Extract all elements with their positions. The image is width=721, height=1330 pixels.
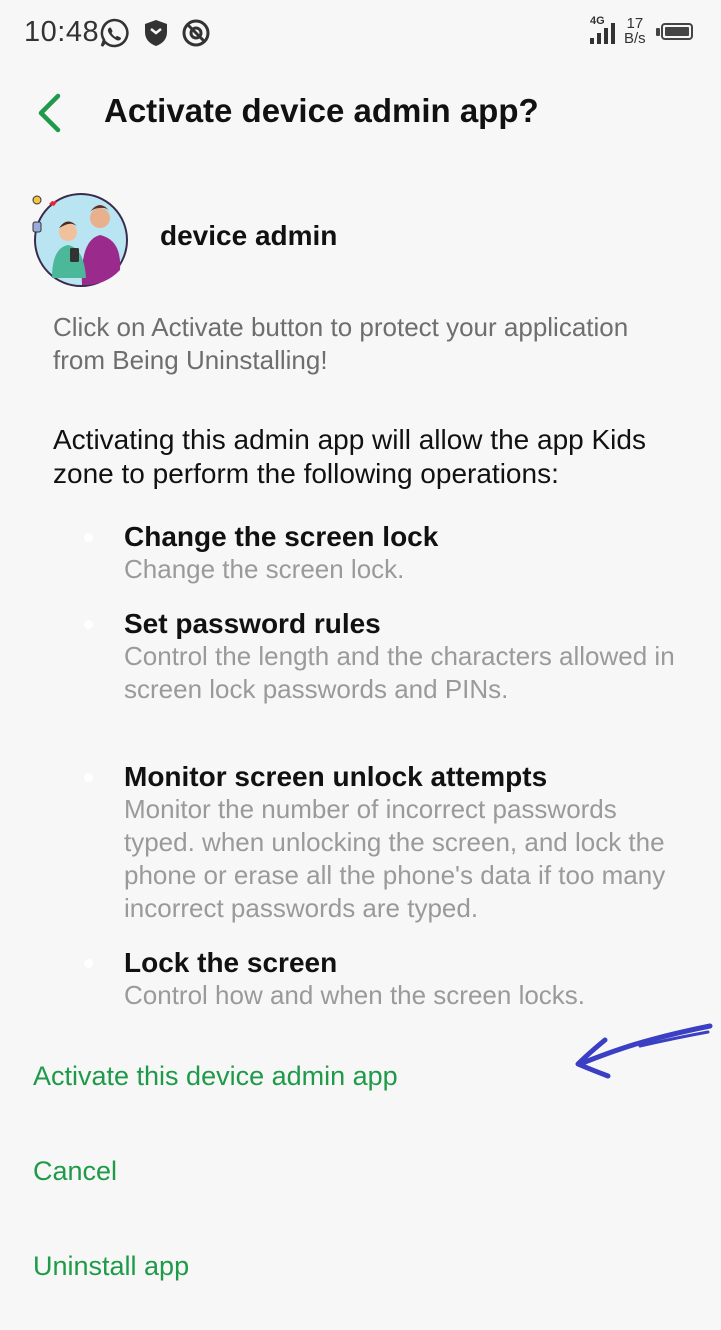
permission-item: Change the screen lock Change the screen… <box>124 520 694 586</box>
app-name: device admin <box>160 220 338 251</box>
permission-description: Monitor the number of incorrect password… <box>124 794 666 923</box>
app-description: Click on Activate button to protect your… <box>53 312 629 375</box>
permission-item: Lock the screen Control how and when the… <box>124 946 694 1012</box>
permission-item: Set password rules Control the length an… <box>124 607 694 706</box>
permission-item: Monitor screen unlock attempts Monitor t… <box>124 760 694 925</box>
page-title: Activate device admin app? <box>104 92 539 129</box>
permission-title: Monitor screen unlock attempts <box>124 761 548 792</box>
permission-title: Lock the screen <box>124 947 338 978</box>
speed-value: 17 <box>626 15 644 32</box>
bullet-icon <box>84 533 93 542</box>
speed-unit: B/s <box>624 30 646 47</box>
signal-icon <box>590 23 615 44</box>
permission-title: Set password rules <box>124 608 381 639</box>
cancel-button[interactable]: Cancel <box>33 1156 117 1187</box>
status-bar: 10:48 4G 17 B/s <box>0 0 721 66</box>
permission-description: Control how and when the screen locks. <box>124 980 586 1010</box>
network-speed: 17 B/s <box>624 16 646 46</box>
permission-title: Change the screen lock <box>124 521 439 552</box>
annotation-arrow-icon <box>575 1023 713 1079</box>
bullet-icon <box>84 620 93 629</box>
intro-text: Activating this admin app will allow the… <box>53 424 646 489</box>
bullet-icon <box>84 959 93 968</box>
battery-icon <box>661 23 693 40</box>
uninstall-button[interactable]: Uninstall app <box>33 1251 189 1282</box>
back-arrow-icon[interactable] <box>28 88 78 138</box>
permission-description: Change the screen lock. <box>124 554 405 584</box>
shield-icon <box>145 20 167 46</box>
app-icon <box>32 193 128 287</box>
status-time: 10:48 <box>24 16 100 48</box>
activate-button[interactable]: Activate this device admin app <box>33 1061 398 1092</box>
whatsapp-icon <box>100 18 129 48</box>
permission-description: Control the length and the characters al… <box>124 641 675 704</box>
battery-terminal <box>656 28 660 36</box>
blocked-icon <box>182 19 210 47</box>
bullet-icon <box>84 773 93 782</box>
